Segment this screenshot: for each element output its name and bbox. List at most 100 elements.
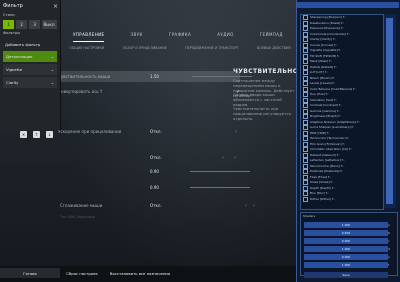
checkbox-icon[interactable] — [303, 180, 308, 186]
checkbox-icon[interactable] — [303, 147, 308, 153]
checkbox-icon[interactable] — [303, 70, 308, 76]
filter-panel-header: Фильтр × — [0, 0, 60, 12]
tab-controls[interactable]: УПРАВЛЕНИЕ — [73, 28, 105, 42]
styles-label: Стили — [3, 13, 15, 17]
checkbox-icon[interactable] — [303, 136, 308, 142]
checkbox-icon[interactable] — [303, 191, 308, 197]
setting-row-toggle[interactable]: Откл. ‹ › — [20, 152, 240, 163]
chevron-left-icon[interactable]: ‹ — [222, 155, 224, 161]
shader-list-item[interactable]: Dither [Dither] f:: — [301, 197, 383, 203]
param-label: d — [388, 247, 390, 251]
setting-row-slider-1[interactable]: 0.90 — [20, 166, 250, 177]
faded-label: Тип AIM: Задержка — [60, 215, 96, 219]
setting-value: 0.90 — [150, 185, 159, 190]
tab-graphics[interactable]: ГРАФИКА — [169, 28, 191, 42]
checkbox-icon[interactable] — [303, 97, 308, 103]
checkbox-icon[interactable] — [303, 103, 308, 109]
param-slider[interactable]: 1.000 — [304, 222, 388, 228]
setting-slider[interactable] — [192, 76, 252, 77]
subtab-combat[interactable]: БОЕВЫЕ ДЕЙСТВИЯ — [257, 46, 291, 58]
checkbox-icon[interactable] — [303, 130, 308, 136]
done-button[interactable]: Готово — [0, 268, 60, 278]
tab-sound[interactable]: ЗВУК — [131, 28, 143, 42]
setting-row-smoothing[interactable]: Сглаживание мыши Откл. ‹ › — [20, 200, 255, 211]
filter-controls: × ↑ ↓ — [20, 131, 53, 138]
checkbox-icon[interactable] — [303, 31, 308, 37]
debug-titlebar[interactable] — [297, 2, 399, 8]
tab-gamepad[interactable]: ГЕЙМПАД — [260, 28, 283, 42]
style-button-2[interactable]: 2 — [16, 20, 28, 29]
setting-row-slider-2[interactable]: 0.90 — [20, 182, 250, 193]
checkbox-icon[interactable] — [303, 174, 308, 180]
checkbox-icon[interactable] — [303, 108, 308, 114]
checkbox-icon[interactable] — [303, 114, 308, 120]
save-button[interactable]: Save — [304, 272, 388, 278]
chevron-right-icon[interactable]: › — [234, 155, 236, 161]
checkbox-icon[interactable] — [303, 37, 308, 43]
checkbox-icon[interactable] — [303, 64, 308, 70]
subtab-general[interactable]: ОБЩИЕ НАСТРОЙКИ — [69, 46, 104, 58]
param-slider[interactable]: 0.000 — [304, 238, 388, 244]
param-slider[interactable]: 0.500 — [304, 230, 388, 236]
chevron-right-icon[interactable]: › — [253, 203, 255, 209]
style-buttons: 1 2 3 Выкл. — [0, 19, 60, 30]
checkbox-icon[interactable] — [303, 119, 308, 125]
filter-item[interactable]: Clarity ⌄ — [3, 77, 57, 88]
setting-value: Откл. — [150, 203, 162, 208]
checkbox-icon[interactable] — [303, 125, 308, 131]
tab-audio[interactable]: АУДИО — [217, 28, 233, 42]
shader-list[interactable]: Sharpening [Sharpen] f:: Desaturation [De… — [300, 14, 384, 210]
move-down-icon[interactable]: ↓ — [46, 131, 53, 138]
checkbox-icon[interactable] — [303, 141, 308, 147]
checkbox-icon[interactable] — [303, 59, 308, 65]
chevron-left-icon[interactable]: ‹ — [245, 203, 247, 209]
checkbox-icon[interactable] — [303, 185, 308, 191]
checkbox-icon[interactable] — [303, 42, 308, 48]
param-slider[interactable]: 1.000 — [304, 262, 388, 268]
checkbox-icon[interactable] — [303, 196, 308, 202]
chevron-down-icon: ⌄ — [50, 67, 54, 72]
subtab-aim[interactable]: ОБЗОР И ПРИЦЕЛИВАНИЕ — [123, 46, 167, 58]
filter-panel-title: Фильтр — [3, 3, 23, 9]
setting-value: Откл. — [150, 155, 162, 160]
filter-item-label: Vignette — [6, 67, 23, 72]
checkbox-icon[interactable] — [303, 163, 308, 169]
setting-slider[interactable] — [190, 187, 250, 188]
checkbox-icon[interactable] — [303, 20, 308, 26]
checkbox-icon[interactable] — [303, 81, 308, 87]
style-button-off[interactable]: Выкл. — [42, 20, 57, 29]
section-label: Shaders — [303, 214, 316, 218]
param-slider[interactable]: 0.000 — [304, 254, 388, 260]
checkbox-icon[interactable] — [303, 53, 308, 59]
param-label: b — [388, 231, 390, 235]
checkbox-icon[interactable] — [303, 86, 308, 92]
setting-value: Откл. — [150, 129, 162, 134]
settings-tabs: УПРАВЛЕНИЕ ЗВУК ГРАФИКА АУДИО ГЕЙМПАД — [60, 28, 296, 42]
checkbox-icon[interactable] — [303, 48, 308, 54]
subtab-movement[interactable]: ПЕРЕДВИЖЕНИЕ И ТРАНСПОРТ — [185, 46, 238, 58]
setting-value: 1.50 — [150, 74, 159, 79]
style-button-1[interactable]: 1 — [3, 20, 15, 29]
reset-button[interactable]: Сброс настроек — [62, 268, 102, 278]
shader-list-label: Dither [Dither] f:: — [310, 196, 335, 201]
chevron-down-icon: ⌄ — [50, 80, 54, 85]
setting-slider[interactable] — [190, 171, 250, 172]
filter-item[interactable]: Детализация ⌄ — [3, 51, 57, 62]
restore-bindings-button[interactable]: Восстановить все назначения — [104, 268, 176, 278]
style-button-3[interactable]: 3 — [29, 20, 41, 29]
close-icon[interactable]: × — [53, 3, 58, 10]
filter-item[interactable]: Vignette ⌄ — [3, 64, 57, 75]
checkbox-icon[interactable] — [303, 75, 308, 81]
checkbox-icon[interactable] — [303, 26, 308, 32]
scrollbar-thumb[interactable] — [386, 18, 393, 204]
checkbox-icon[interactable] — [303, 158, 308, 164]
move-up-icon[interactable]: ↑ — [33, 131, 40, 138]
checkbox-icon[interactable] — [303, 92, 308, 98]
add-filter-button[interactable]: Добавить фильтр — [3, 40, 57, 49]
checkbox-icon[interactable] — [303, 152, 308, 158]
delete-filter-icon[interactable]: × — [20, 131, 27, 138]
chevron-right-icon[interactable]: › — [235, 129, 237, 135]
checkbox-icon[interactable] — [303, 15, 308, 21]
param-slider[interactable]: 1.000 — [304, 246, 388, 252]
checkbox-icon[interactable] — [303, 169, 308, 175]
